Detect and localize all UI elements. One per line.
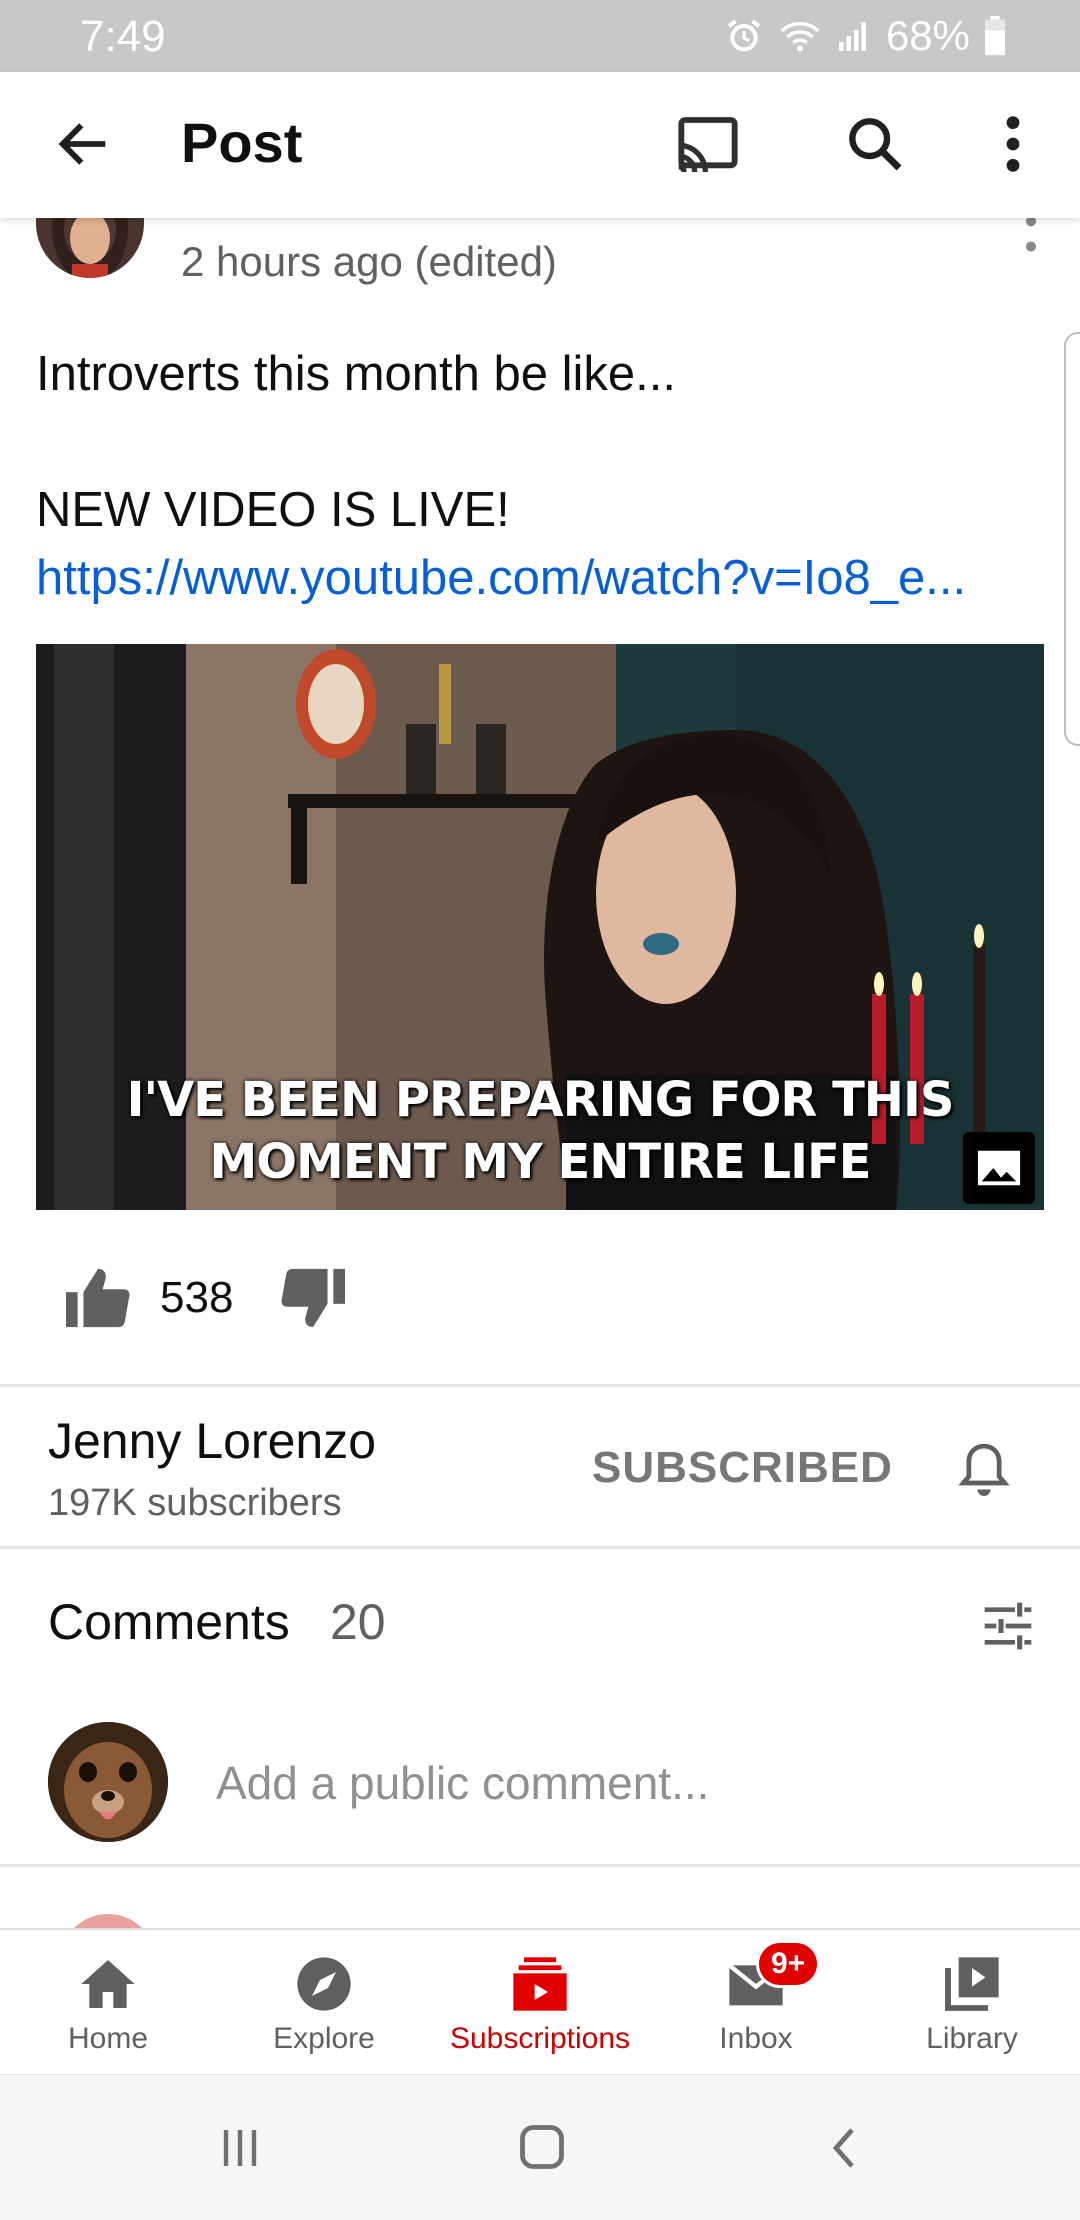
divider: [0, 1384, 1080, 1387]
status-bar: 7:49 68%: [0, 0, 1080, 72]
home-icon: [81, 1960, 135, 2008]
bottom-navigation: Home Explore Subscriptions 9+ Inbox Libr…: [0, 1928, 1080, 2074]
divider: [0, 1864, 1080, 1867]
divider: [0, 1546, 1080, 1549]
more-options-icon[interactable]: [998, 112, 1028, 176]
post-image[interactable]: I'VE BEEN PREPARING FOR THIS MOMENT MY E…: [36, 644, 1044, 1210]
like-count: 538: [160, 1273, 234, 1322]
app-bar: Post: [0, 72, 1080, 218]
alarm-icon: [727, 19, 761, 52]
post-text-prefix: NEW VIDEO IS LIVE!: [36, 483, 510, 537]
bell-icon[interactable]: [958, 1440, 1010, 1500]
post-text: Introverts this month be like... NEW VID…: [36, 340, 1026, 612]
cast-icon[interactable]: [672, 112, 744, 176]
edge-panel-handle[interactable]: [1064, 332, 1080, 746]
user-avatar: [48, 1722, 168, 1842]
status-icons: 68%: [724, 12, 1006, 60]
post-actions: 538: [62, 1266, 349, 1330]
nav-home-label: Home: [67, 2022, 149, 2055]
nav-inbox-label: Inbox: [719, 2022, 793, 2055]
status-time: 7:49: [80, 12, 166, 61]
like-icon[interactable]: [62, 1266, 134, 1330]
image-caption-line1: I'VE BEEN PREPARING FOR THIS: [126, 1072, 955, 1128]
comments-heading: Comments: [48, 1594, 290, 1650]
compass-icon: [297, 1957, 351, 2011]
nav-inbox[interactable]: 9+ Inbox: [648, 1930, 864, 2076]
nav-subscriptions[interactable]: Subscriptions: [432, 1930, 648, 2076]
comments-count: 20: [330, 1594, 386, 1650]
post-text-line2: NEW VIDEO IS LIVE! https://www.youtube.c…: [36, 476, 1026, 612]
nav-subscriptions-label: Subscriptions: [449, 2022, 631, 2055]
channel-name[interactable]: Jenny Lorenzo: [48, 1412, 376, 1470]
search-icon[interactable]: [843, 112, 907, 176]
battery-percent: 68%: [885, 12, 970, 59]
post-more-icon[interactable]: [1022, 215, 1040, 257]
channel-subscriber-count: 197K subscribers: [48, 1482, 342, 1524]
battery-icon: [985, 16, 1005, 56]
wifi-icon: [780, 21, 820, 52]
post-timestamp: 2 hours ago (edited): [181, 238, 557, 285]
nav-home[interactable]: Home: [0, 1930, 216, 2076]
home-button-icon[interactable]: [516, 2121, 568, 2173]
subscribed-button[interactable]: SUBSCRIBED: [592, 1443, 893, 1493]
nav-explore[interactable]: Explore: [216, 1930, 432, 2076]
nav-explore-label: Explore: [273, 2022, 375, 2055]
sort-filter-icon[interactable]: [980, 1598, 1036, 1654]
image-icon: [977, 1150, 1021, 1186]
library-icon: [945, 1957, 999, 2011]
back-arrow-icon[interactable]: [52, 112, 116, 176]
add-comment-input[interactable]: Add a public comment...: [216, 1756, 709, 1810]
dislike-icon[interactable]: [277, 1266, 349, 1330]
post-link[interactable]: https://www.youtube.com/watch?v=Io8_e...: [36, 551, 966, 605]
back-button-icon[interactable]: [822, 2123, 870, 2173]
post-text-line1: Introverts this month be like...: [36, 347, 676, 401]
signal-icon: [838, 22, 866, 51]
subscriptions-icon: [513, 1957, 567, 2011]
recent-apps-icon[interactable]: [216, 2123, 264, 2173]
image-badge: [963, 1132, 1035, 1204]
page-title: Post: [181, 111, 303, 174]
inbox-badge: 9+: [756, 1940, 821, 1988]
image-caption-line2: MOMENT MY ENTIRE LIFE: [209, 1134, 871, 1190]
system-navigation-bar: [0, 2074, 1080, 2220]
nav-library-label: Library: [926, 2022, 1018, 2055]
nav-library[interactable]: Library: [864, 1930, 1080, 2076]
